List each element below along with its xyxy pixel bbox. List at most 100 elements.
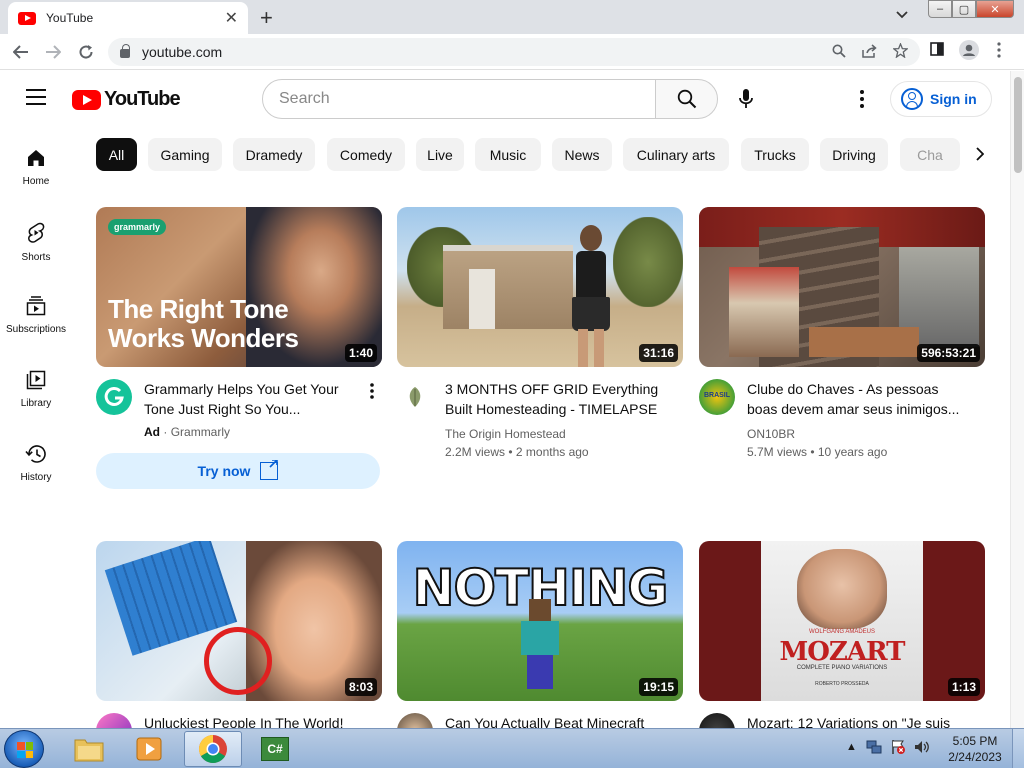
chip-driving[interactable]: Driving	[820, 138, 888, 171]
channel-avatar[interactable]	[699, 713, 735, 728]
guide-item-history[interactable]: History	[0, 426, 72, 500]
search-icon	[677, 89, 696, 109]
video-duration: 8:03	[344, 678, 377, 696]
chip-all[interactable]: All	[96, 138, 137, 171]
video-duration: 1:40	[344, 344, 377, 362]
channel-name[interactable]: ON10BR	[747, 425, 795, 443]
youtube-logo[interactable]: YouTube	[72, 88, 181, 111]
voice-search-button[interactable]	[728, 81, 764, 117]
guide-item-home[interactable]: Home	[0, 130, 72, 204]
sign-in-button[interactable]: Sign in	[890, 81, 992, 117]
video-thumbnail[interactable]: 8:03	[96, 541, 382, 701]
reload-icon[interactable]	[74, 40, 98, 64]
video-thumbnail[interactable]: 596:53:21	[699, 207, 985, 367]
chip-news[interactable]: News	[552, 138, 612, 171]
chip-music[interactable]: Music	[475, 138, 541, 171]
browser-toolbar: youtube.com	[0, 34, 1024, 70]
video-options-dots-icon[interactable]	[364, 383, 380, 403]
tray-expand-icon[interactable]: ▲	[846, 741, 857, 753]
video-title[interactable]: Mozart: 12 Variations on "Je suis	[747, 713, 971, 728]
taskbar-chrome[interactable]	[184, 731, 242, 767]
video-card-minecraft[interactable]: NOTHING 19:15 Can You Actually Beat Mine…	[397, 541, 683, 728]
chip-culinary-arts[interactable]: Culinary arts	[623, 138, 729, 171]
back-arrow-icon[interactable]	[9, 40, 33, 64]
side-panel-icon[interactable]	[930, 42, 944, 60]
new-tab-button[interactable]: +	[260, 5, 273, 31]
video-stats: 2.2M views • 2 months ago	[445, 445, 589, 459]
channel-name[interactable]: Grammarly	[171, 425, 230, 439]
video-card-unluckiest[interactable]: 8:03 Unluckiest People In The World!	[96, 541, 382, 728]
thumbnail-headline-text: MOZART	[779, 637, 905, 667]
browser-tab-bar: YouTube ✕ + – ▢ ✕	[0, 0, 1024, 34]
guide-item-subscriptions[interactable]: Subscriptions	[0, 278, 72, 352]
youtube-favicon-icon	[18, 11, 36, 25]
chip-trucks[interactable]: Trucks	[741, 138, 809, 171]
video-title[interactable]: Clube do Chaves - As pessoas boas devem …	[747, 379, 971, 419]
taskbar-clock[interactable]: 5:05 PM 2/24/2023	[940, 733, 1010, 765]
browser-tab-youtube[interactable]: YouTube ✕	[8, 2, 248, 34]
video-title[interactable]: Grammarly Helps You Get Your Tone Just R…	[144, 379, 368, 419]
search-button[interactable]	[655, 79, 718, 119]
thumbnail-stone-house-shape	[443, 245, 573, 329]
show-desktop-button[interactable]	[1012, 729, 1024, 768]
chip-dramedy[interactable]: Dramedy	[233, 138, 315, 171]
profile-avatar-icon[interactable]	[959, 40, 979, 64]
video-thumbnail[interactable]: grammarly The Right Tone Works Wonders 1…	[96, 207, 382, 367]
chip-comedy[interactable]: Comedy	[327, 138, 405, 171]
subscriptions-icon	[26, 296, 46, 316]
channel-avatar[interactable]	[96, 713, 132, 728]
video-thumbnail[interactable]: NOTHING 19:15	[397, 541, 683, 701]
guide-item-library[interactable]: Library	[0, 352, 72, 426]
start-button[interactable]	[4, 730, 44, 768]
youtube-play-icon	[72, 89, 101, 110]
action-center-flag-icon[interactable]	[890, 739, 906, 758]
tab-close-icon[interactable]: ✕	[225, 8, 238, 28]
taskbar-media-player[interactable]	[120, 731, 178, 767]
tab-search-chevron-icon[interactable]	[896, 7, 908, 22]
page-scrollbar[interactable]	[1010, 71, 1024, 728]
channel-avatar[interactable]	[397, 713, 433, 728]
video-thumbnail[interactable]: 31:16	[397, 207, 683, 367]
network-icon[interactable]	[866, 739, 882, 758]
video-title[interactable]: Unluckiest People In The World!	[144, 713, 368, 728]
video-thumbnail[interactable]: WOLFGANG AMADEUS MOZART COMPLETE PIANO V…	[699, 541, 985, 701]
taskbar-explorer[interactable]	[60, 731, 118, 767]
channel-avatar-origin-homestead[interactable]	[397, 379, 433, 415]
channel-name[interactable]: The Origin Homestead	[445, 425, 566, 443]
chips-next-chevron-icon[interactable]	[966, 140, 994, 168]
lock-icon[interactable]	[120, 44, 130, 58]
channel-avatar-grammarly[interactable]	[96, 379, 132, 415]
window-minimize-button[interactable]: –	[928, 0, 952, 18]
volume-icon[interactable]	[914, 739, 930, 758]
video-card-chaves[interactable]: 596:53:21 BRASIL Clube do Chaves - As pe…	[699, 207, 985, 467]
video-title[interactable]: 3 MONTHS OFF GRID Everything Built Homes…	[445, 379, 669, 419]
forward-arrow-icon[interactable]	[41, 40, 65, 64]
thumbnail-small-text: COMPLETE PIANO VARIATIONS	[796, 665, 888, 671]
share-icon[interactable]	[862, 43, 877, 61]
chip-partial[interactable]: Cha	[900, 138, 960, 171]
try-now-button[interactable]: Try now	[96, 453, 380, 489]
window-close-button[interactable]: ✕	[976, 0, 1014, 18]
scrollbar-thumb[interactable]	[1014, 77, 1022, 173]
video-title[interactable]: Can You Actually Beat Minecraft	[445, 713, 669, 728]
browser-menu-icon[interactable]	[997, 42, 1001, 62]
hamburger-menu-icon[interactable]	[26, 89, 46, 105]
video-card-mozart[interactable]: WOLFGANG AMADEUS MOZART COMPLETE PIANO V…	[699, 541, 985, 728]
chip-gaming[interactable]: Gaming	[148, 138, 222, 171]
settings-dots-icon[interactable]	[850, 87, 874, 111]
guide-label-home: Home	[22, 176, 50, 187]
channel-avatar-on10br[interactable]: BRASIL	[699, 379, 735, 415]
taskbar-csharp-app[interactable]: C#	[246, 731, 304, 767]
category-chips-bar: All Gaming Dramedy Comedy Live Music New…	[96, 138, 996, 172]
guide-label-subscriptions: Subscriptions	[5, 324, 67, 335]
bookmark-star-icon[interactable]	[892, 42, 909, 61]
address-bar[interactable]: youtube.com	[108, 38, 920, 66]
search-input[interactable]: Search	[262, 79, 656, 119]
guide-item-shorts[interactable]: Shorts	[0, 204, 72, 278]
video-card-ad-grammarly[interactable]: grammarly The Right Tone Works Wonders 1…	[96, 207, 382, 497]
chip-live[interactable]: Live	[416, 138, 464, 171]
zoom-search-icon[interactable]	[832, 44, 846, 61]
youtube-logo-text: YouTube	[104, 88, 181, 110]
window-maximize-button[interactable]: ▢	[952, 0, 976, 18]
video-card-homestead[interactable]: 31:16 3 MONTHS OFF GRID Everything Built…	[397, 207, 683, 467]
